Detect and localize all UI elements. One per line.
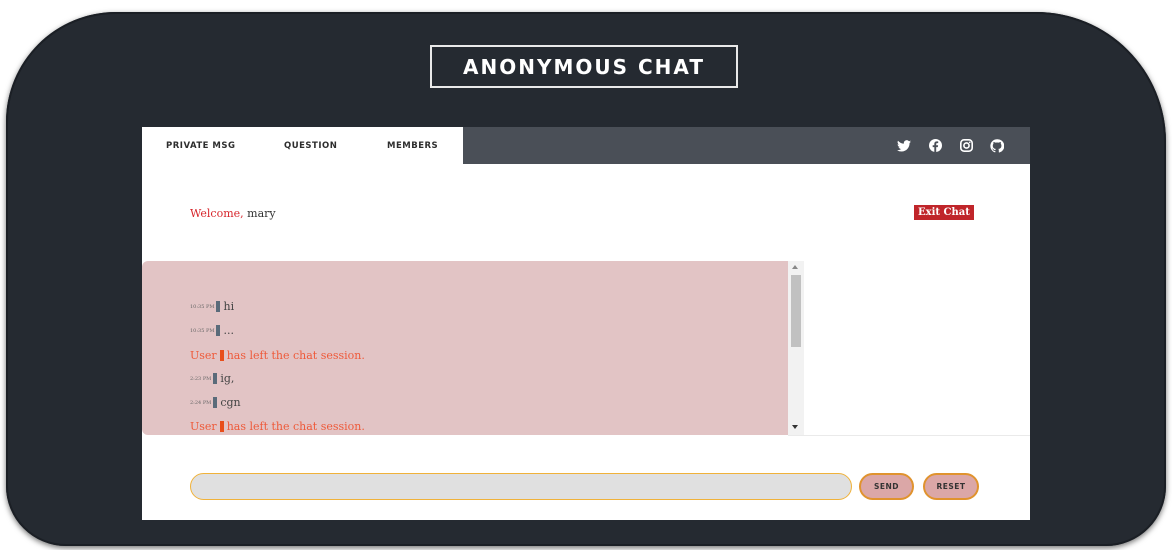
message-time: 2:24 PM <box>190 399 212 406</box>
reset-button[interactable]: RESET <box>923 473 979 500</box>
scrollbar-thumb[interactable] <box>791 275 801 347</box>
system-text: has left the chat session. <box>226 420 365 433</box>
message-item: 2:24 PM cgn <box>190 396 241 409</box>
message-text: ... <box>223 324 234 337</box>
navbar: PRIVATE MSG QUESTION MEMBERS <box>142 127 1030 164</box>
message-item: 10:35 PM hi <box>190 300 234 313</box>
message-text: ig, <box>220 372 235 385</box>
github-icon[interactable] <box>990 138 1004 153</box>
message-item: 2:23 PM ig, <box>190 372 234 385</box>
system-user: User <box>190 420 217 433</box>
scroll-down-arrow-icon[interactable] <box>792 425 798 429</box>
welcome-message: Welcome, mary <box>190 207 276 220</box>
message-input[interactable] <box>190 473 852 500</box>
message-list: 10:35 PM hi 10:35 PM... User has left the … <box>142 261 788 435</box>
facebook-icon[interactable] <box>928 139 942 153</box>
welcome-username: mary <box>247 207 276 220</box>
system-text: has left the chat session. <box>226 349 365 362</box>
chat-panel: PRIVATE MSG QUESTION MEMBERS Welcome, ma… <box>142 127 1030 520</box>
message-item: 10:35 PM... <box>190 324 234 337</box>
twitter-icon[interactable] <box>897 139 911 153</box>
message-text: hi <box>223 300 235 313</box>
message-time: 2:23 PM <box>190 375 212 382</box>
welcome-greeting: Welcome, <box>190 207 244 220</box>
message-time: 10:35 PM <box>190 327 215 334</box>
send-button[interactable]: SEND <box>859 473 914 500</box>
tab-private-msg[interactable]: PRIVATE MSG <box>166 141 235 151</box>
tab-question[interactable]: QUESTION <box>284 141 337 151</box>
message-text: cgn <box>220 396 241 409</box>
divider <box>788 435 1030 436</box>
tab-bar: PRIVATE MSG QUESTION MEMBERS <box>142 127 463 164</box>
scroll-up-arrow-icon[interactable] <box>792 265 798 269</box>
system-message: User has left the chat session. <box>190 349 365 362</box>
tab-members[interactable]: MEMBERS <box>387 141 438 151</box>
app-title: ANONYMOUS CHAT <box>430 45 738 88</box>
exit-chat-button[interactable]: Exit Chat <box>914 205 974 220</box>
system-user: User <box>190 349 217 362</box>
message-time: 10:35 PM <box>190 303 215 310</box>
instagram-icon[interactable] <box>959 139 973 153</box>
message-scrollbar[interactable] <box>788 261 804 435</box>
system-message: User has left the chat session. <box>190 420 365 433</box>
social-links <box>897 127 1004 164</box>
